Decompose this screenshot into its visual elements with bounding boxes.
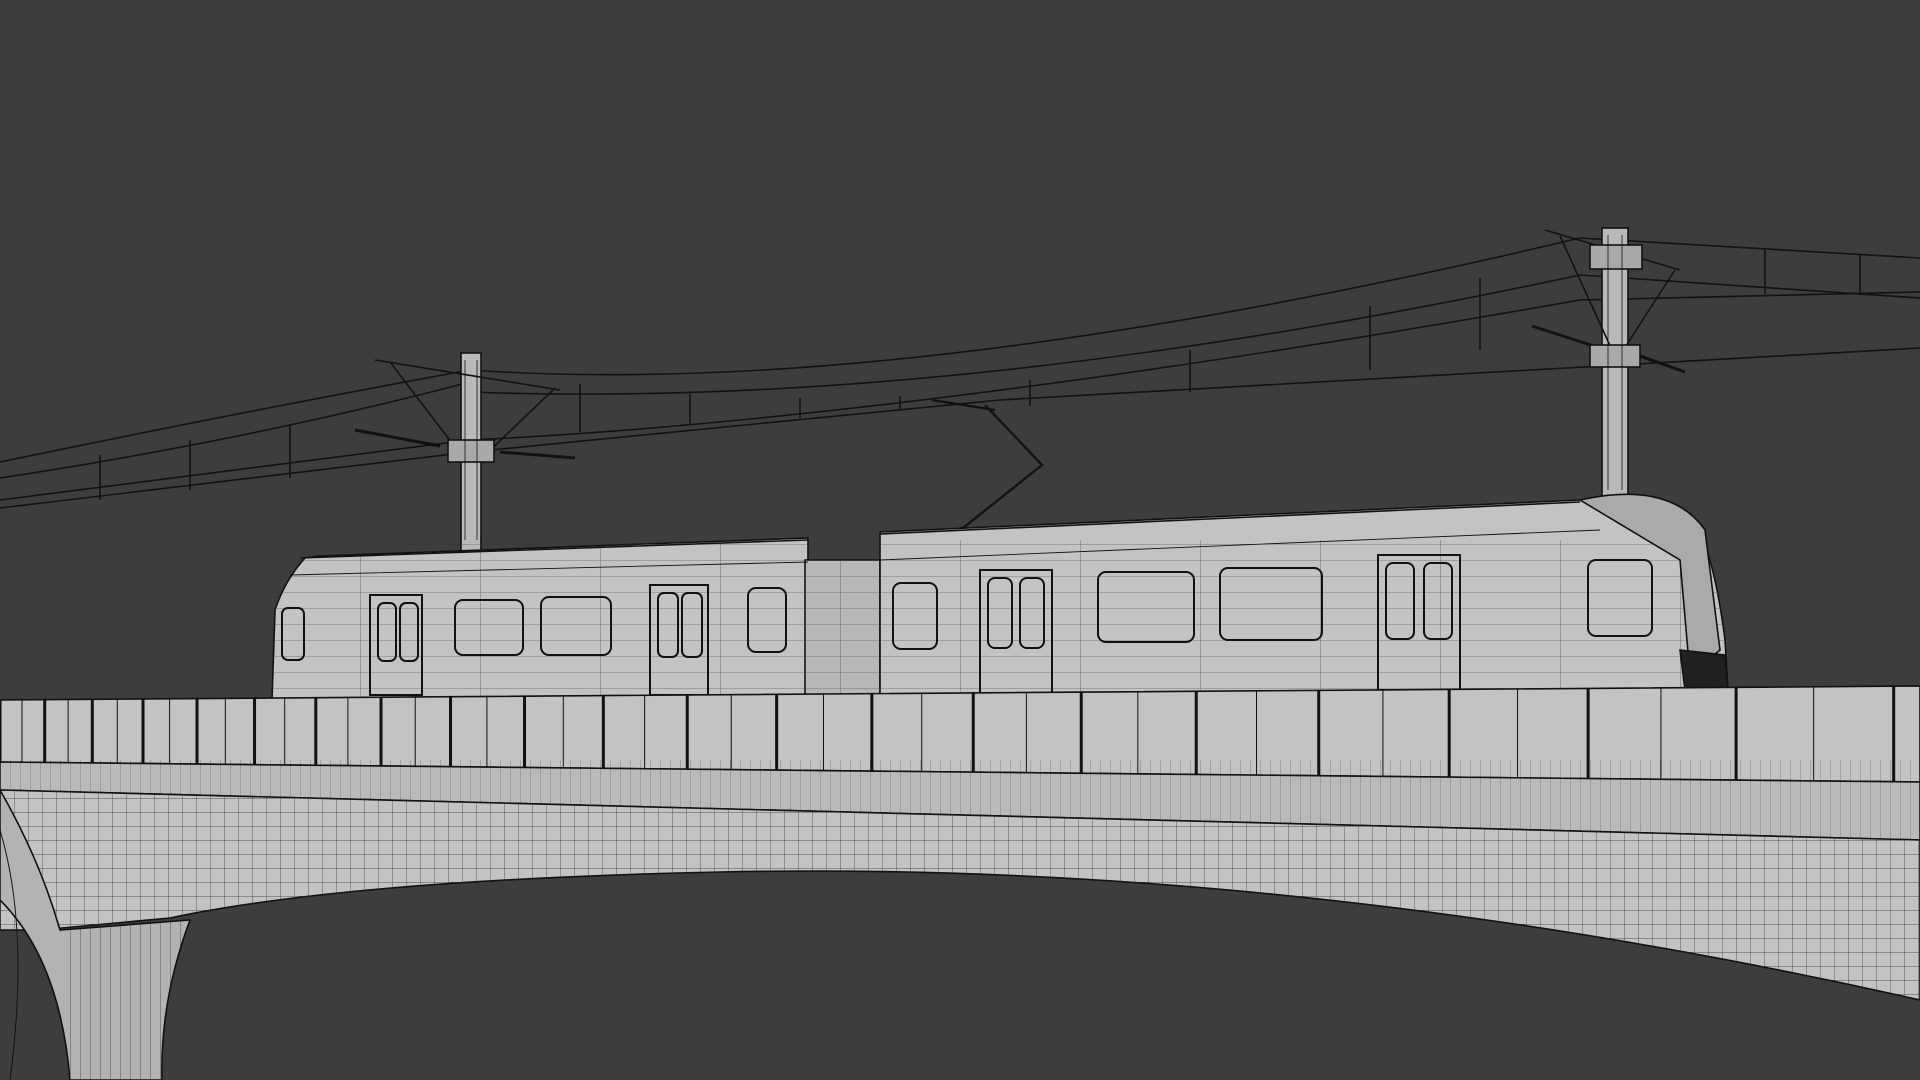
3d-viewport — [0, 0, 1920, 1080]
wireframe-scene — [0, 227, 1920, 1080]
viaduct — [0, 685, 1920, 1080]
pantograph — [931, 398, 1044, 532]
catenary-mast-left — [354, 352, 576, 554]
train — [271, 493, 1729, 705]
overhead-wires — [0, 237, 1920, 509]
